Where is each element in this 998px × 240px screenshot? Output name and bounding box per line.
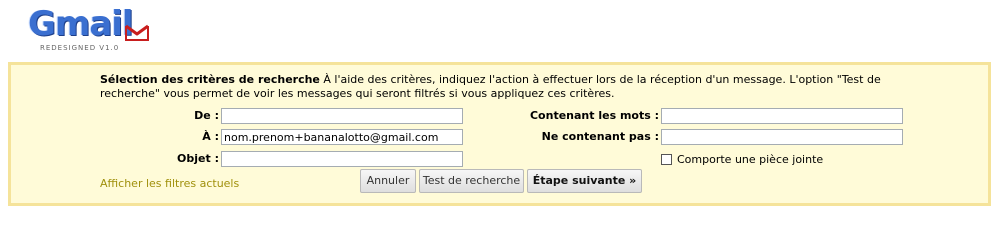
logo-subtitle: REDESIGNED V1.0 bbox=[40, 44, 120, 52]
from-field[interactable] bbox=[221, 108, 463, 124]
subject-field[interactable] bbox=[221, 151, 463, 167]
has-attachment-label: Comporte une pièce jointe bbox=[677, 153, 824, 166]
filter-heading: Sélection des critères de recherche bbox=[100, 73, 320, 86]
doesnt-have-label: Ne contenant pas : bbox=[541, 130, 659, 143]
doesnt-have-field[interactable] bbox=[661, 129, 903, 145]
next-step-button[interactable]: Étape suivante » bbox=[527, 169, 642, 193]
has-attachment-checkbox[interactable] bbox=[661, 154, 672, 165]
envelope-icon bbox=[125, 24, 149, 41]
filter-panel: Sélection des critères de recherche À l'… bbox=[8, 62, 991, 206]
logo-text: Gmail bbox=[28, 4, 134, 44]
from-label: De : bbox=[194, 109, 219, 122]
to-label: À : bbox=[202, 130, 219, 143]
subject-label: Objet : bbox=[177, 152, 219, 165]
show-current-filters-link[interactable]: Afficher les filtres actuels bbox=[100, 177, 239, 190]
has-words-label: Contenant les mots : bbox=[529, 109, 659, 122]
to-field[interactable] bbox=[221, 129, 463, 145]
filter-description: Sélection des critères de recherche À l'… bbox=[100, 73, 890, 101]
has-words-field[interactable] bbox=[661, 108, 903, 124]
test-search-button[interactable]: Test de recherche bbox=[419, 169, 524, 193]
cancel-button[interactable]: Annuler bbox=[360, 169, 416, 193]
gmail-logo: Gmail REDESIGNED V1.0 bbox=[24, 4, 154, 56]
gmail-logo-text: Gmail bbox=[28, 4, 134, 44]
